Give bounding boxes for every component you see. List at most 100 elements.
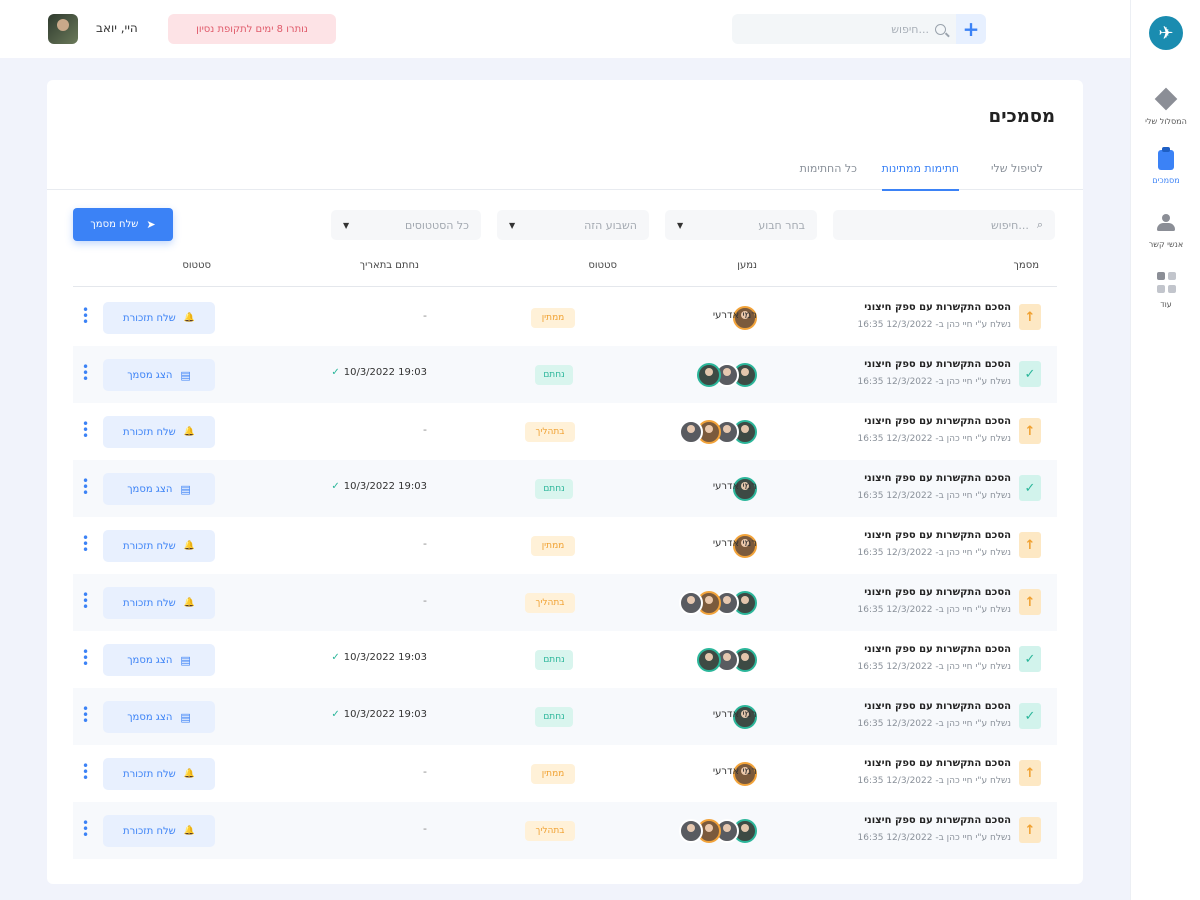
bell-icon: 🔔 [183,826,195,836]
signed-at: ✓ 10/3/2022 19:03 [331,652,427,663]
row-action-button[interactable]: שלח תזכורת 🔔 [103,302,215,334]
signer-select[interactable]: ▼ בחר חבוע [665,210,817,240]
status-badge: נחתם [535,365,573,385]
row-action-button[interactable]: הצג מסמך ▤ [103,644,215,676]
more-options-icon[interactable]: • • • [82,418,89,442]
bell-icon: 🔔 [183,427,195,437]
sidebar-item-more[interactable]: עוד [1131,272,1200,309]
send-document-button[interactable]: שלח מסמך ➤ [73,208,173,241]
global-search-input[interactable]: חיפוש... [732,14,956,44]
row-action-button[interactable]: הצג מסמך ▤ [103,473,215,505]
table-row[interactable]: ↑ הסכם התקשרות עם ספק חיצוני נשלח ע"י חי… [73,802,1057,859]
column-header-actions[interactable]: סטטוס [182,260,211,271]
table-row[interactable]: ✓ הסכם התקשרות עם ספק חיצוני נשלח ע"י חי… [73,346,1057,403]
period-select-value: השבוע הזה [584,218,637,232]
document-title[interactable]: הסכם התקשרות עם ספק חיצוני [864,416,1011,427]
more-options-icon[interactable]: • • • [82,760,89,784]
signed-at: - [423,765,427,778]
signer-avatars[interactable] [673,647,757,673]
document-title[interactable]: הסכם התקשרות עם ספק חיצוני [864,473,1011,484]
status-select[interactable]: ▼ כל הסטטוסים [331,210,481,240]
document-sent-info: נשלח ע"י חיי כהן ב- 12/3/2022 16:35 [857,605,1011,615]
document-sent-info: נשלח ע"י חיי כהן ב- 12/3/2022 16:35 [857,320,1011,330]
column-header-document[interactable]: מסמך [1014,260,1039,271]
row-action-label: הצג מסמך [127,369,173,381]
row-action-button[interactable]: הצג מסמך ▤ [103,701,215,733]
signer-avatars[interactable] [673,419,757,445]
row-action-button[interactable]: שלח תזכורת 🔔 [103,587,215,619]
document-icon: ▤ [180,368,191,382]
table-search-input[interactable]: חיפוש... ⌕ [833,210,1055,240]
column-header-status[interactable]: סטטוס [588,260,617,271]
document-sent-info: נשלח ע"י חיי כהן ב- 12/3/2022 16:35 [857,491,1011,501]
row-action-button[interactable]: שלח תזכורת 🔔 [103,815,215,847]
table-row[interactable]: ✓ הסכם התקשרות עם ספק חיצוני נשלח ע"י חי… [73,631,1057,688]
add-button[interactable]: + [956,14,986,44]
more-options-icon[interactable]: • • • [82,589,89,613]
table-row[interactable]: ↑ הסכם התקשרות עם ספק חיצוני נשלח ע"י חי… [73,517,1057,574]
signer-avatars[interactable] [673,590,757,616]
more-options-icon[interactable]: • • • [82,646,89,670]
avatar [679,420,703,444]
status-select-value: כל הסטטוסים [404,218,469,232]
column-header-signer[interactable]: נמען [737,260,757,271]
signer-select-value: בחר חבוע [758,218,805,232]
document-title[interactable]: הסכם התקשרות עם ספק חיצוני [864,302,1011,313]
grid-icon [1156,272,1176,294]
sidebar-item-contacts[interactable]: אנשי קשר [1131,212,1200,249]
tab-all-signatures[interactable]: כל החתימות [800,162,857,189]
row-action-button[interactable]: שלח תזכורת 🔔 [103,530,215,562]
bell-icon: 🔔 [183,598,195,608]
column-header-signed-at[interactable]: נחתם בתאריך [360,260,419,271]
row-action-button[interactable]: הצג מסמך ▤ [103,359,215,391]
trial-badge[interactable]: נותרו 8 ימים לתקופת נסיון [168,14,336,44]
signed-at: ✓ 10/3/2022 19:03 [331,709,427,720]
upload-arrow-icon: ↑ [1019,760,1041,786]
row-action-label: שלח תזכורת [123,825,176,837]
row-action-label: שלח תזכורת [123,768,176,780]
row-action-button[interactable]: שלח תזכורת 🔔 [103,758,215,790]
send-button-label: שלח מסמך [90,219,139,230]
sidebar-item-documents[interactable]: מסמכים [1131,147,1200,185]
paper-plane-icon: ➤ [146,218,156,231]
table-header-divider [73,286,1057,287]
document-title[interactable]: הסכם התקשרות עם ספק חיצוני [864,587,1011,598]
table-row[interactable]: ↑ הסכם התקשרות עם ספק חיצוני נשלח ע"י חי… [73,745,1057,802]
more-options-icon[interactable]: • • • [82,304,89,328]
table-row[interactable]: ↑ הסכם התקשרות עם ספק חיצוני נשלח ע"י חי… [73,574,1057,631]
document-title[interactable]: הסכם התקשרות עם ספק חיצוני [864,815,1011,826]
document-title[interactable]: הסכם התקשרות עם ספק חיצוני [864,530,1011,541]
status-badge: בתהליך [525,821,575,841]
tab-pending-signatures[interactable]: חתימות ממתינות [881,162,959,191]
sidebar: ✈ המסלול שלי מסמכים אנשי קשר עוד [1130,0,1200,900]
document-title[interactable]: הסכם התקשרות עם ספק חיצוני [864,644,1011,655]
more-options-icon[interactable]: • • • [82,532,89,556]
document-title[interactable]: הסכם התקשרות עם ספק חיצוני [864,359,1011,370]
user-avatar[interactable] [48,14,78,44]
sidebar-item-label: המסלול שלי [1145,117,1187,126]
app-logo-icon[interactable]: ✈ [1149,16,1183,50]
document-icon: ▤ [180,482,191,496]
checkmark-icon: ✓ [331,652,340,663]
period-select[interactable]: ▼ השבוע הזה [497,210,649,240]
table-row[interactable]: ↑ הסכם התקשרות עם ספק חיצוני נשלח ע"י חי… [73,289,1057,346]
row-action-label: שלח תזכורת [123,597,176,609]
signer-avatars[interactable] [673,818,757,844]
status-badge: נחתם [535,707,573,727]
more-options-icon[interactable]: • • • [82,475,89,499]
tab-my-handling[interactable]: לטיפול שלי [991,162,1043,189]
more-options-icon[interactable]: • • • [82,703,89,727]
table-row[interactable]: ↑ הסכם התקשרות עם ספק חיצוני נשלח ע"י חי… [73,403,1057,460]
document-title[interactable]: הסכם התקשרות עם ספק חיצוני [864,701,1011,712]
document-sent-info: נשלח ע"י חיי כהן ב- 12/3/2022 16:35 [857,833,1011,843]
row-action-button[interactable]: שלח תזכורת 🔔 [103,416,215,448]
upload-arrow-icon: ↑ [1019,532,1041,558]
signed-at: ✓ 10/3/2022 19:03 [331,367,427,378]
sidebar-item-my-route[interactable]: המסלול שלי [1131,87,1200,126]
table-row[interactable]: ✓ הסכם התקשרות עם ספק חיצוני נשלח ע"י חי… [73,460,1057,517]
document-title[interactable]: הסכם התקשרות עם ספק חיצוני [864,758,1011,769]
more-options-icon[interactable]: • • • [82,817,89,841]
more-options-icon[interactable]: • • • [82,361,89,385]
signer-avatars[interactable] [673,362,757,388]
table-row[interactable]: ✓ הסכם התקשרות עם ספק חיצוני נשלח ע"י חי… [73,688,1057,745]
